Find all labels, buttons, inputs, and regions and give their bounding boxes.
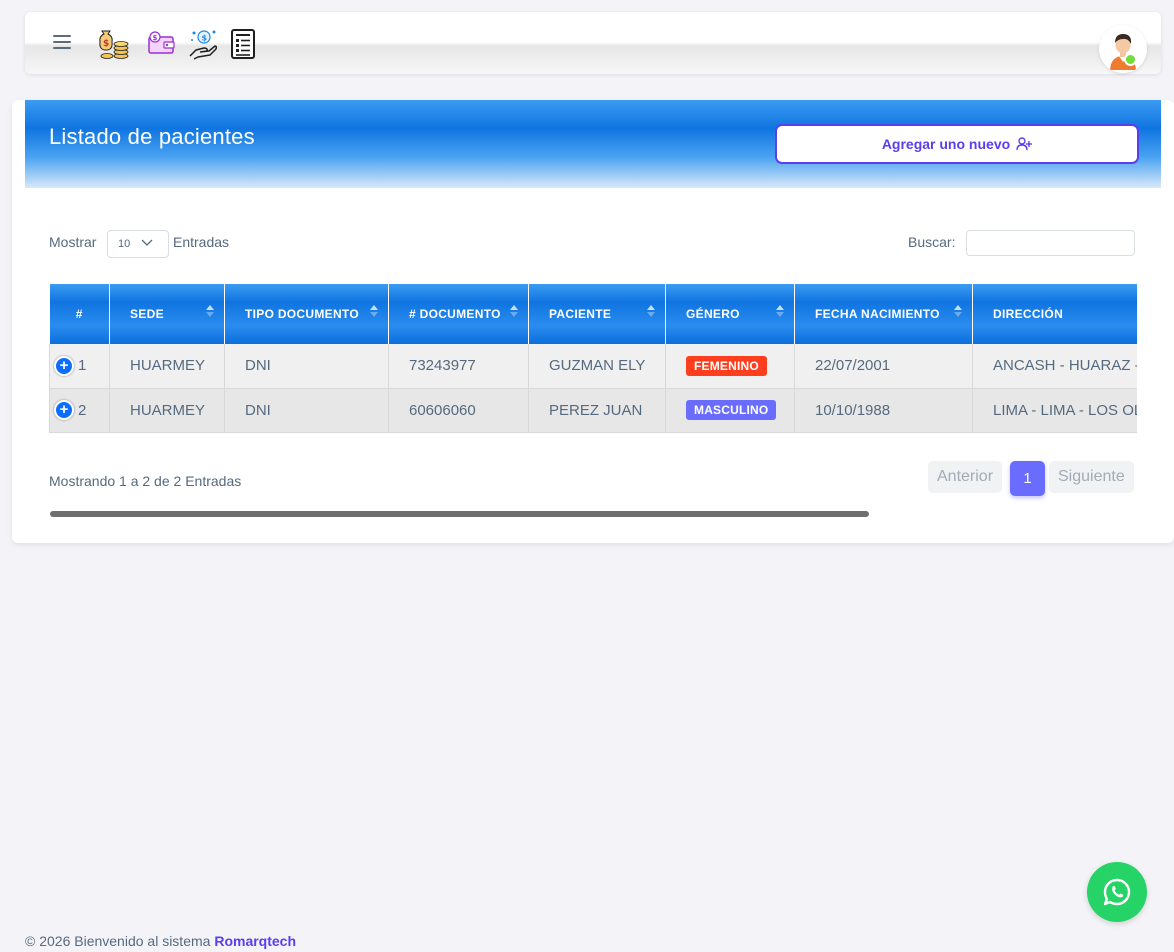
chevron-down-icon	[141, 239, 153, 246]
svg-text:$: $	[103, 39, 109, 49]
sort-icon	[370, 305, 378, 321]
search-label: Buscar:	[908, 234, 956, 250]
show-label: Mostrar	[49, 234, 97, 250]
gender-badge: FEMENINO	[686, 355, 767, 376]
table-header-row: # SEDE TIPO DOCUMENTO # DOCUMENTO PACIEN…	[49, 284, 1137, 344]
fecha-nacimiento-cell: 22/07/2001	[794, 344, 973, 389]
column-header-paciente[interactable]: PACIENTE	[528, 284, 666, 344]
direccion-cell: LIMA - LIMA - LOS OL	[972, 388, 1137, 433]
footer-brand-link[interactable]: Romarqtech	[214, 933, 296, 949]
table-row[interactable]: +1 HUARMEY DNI 73243977 GUZMAN ELY FEMEN…	[49, 344, 1137, 389]
patients-table-container: # SEDE TIPO DOCUMENTO # DOCUMENTO PACIEN…	[49, 284, 1137, 434]
column-header-genero[interactable]: GÉNERO	[665, 284, 795, 344]
column-header-fecha-nacimiento[interactable]: FECHA NACIMIENTO	[794, 284, 973, 344]
column-header-label: PACIENTE	[549, 307, 612, 321]
column-header-label: TIPO DOCUMENTO	[245, 307, 359, 321]
horizontal-scrollbar[interactable]	[50, 511, 869, 517]
previous-page-button[interactable]: Anterior	[928, 461, 1003, 493]
page-title: Listado de pacientes	[49, 124, 255, 149]
sort-icon	[510, 305, 518, 321]
paciente-cell: PEREZ JUAN	[528, 388, 666, 433]
column-header-tipo-documento[interactable]: TIPO DOCUMENTO	[224, 284, 389, 344]
column-header-label: FECHA NACIMIENTO	[815, 307, 940, 321]
sede-cell: HUARMEY	[109, 344, 225, 389]
column-header-label: # DOCUMENTO	[409, 307, 501, 321]
wallet-icon[interactable]: $	[145, 28, 179, 60]
row-number: 2	[78, 401, 87, 419]
gender-badge: MASCULINO	[686, 400, 777, 420]
sort-icon	[206, 305, 214, 321]
svg-text:$: $	[202, 34, 208, 43]
next-page-button[interactable]: Siguiente	[1049, 461, 1134, 493]
row-number-cell: +1	[49, 344, 110, 389]
user-avatar[interactable]	[1099, 25, 1147, 73]
footer-text: © 2026 Bienvenido al sistema	[25, 933, 211, 949]
row-number-cell: +2	[49, 388, 110, 433]
patients-table: # SEDE TIPO DOCUMENTO # DOCUMENTO PACIEN…	[49, 284, 1137, 433]
whatsapp-icon	[1103, 878, 1131, 906]
online-status-dot	[1124, 53, 1137, 66]
expand-row-icon[interactable]: +	[54, 400, 74, 420]
add-patient-button[interactable]: Agregar uno nuevo	[775, 124, 1139, 164]
column-header-direccion[interactable]: DIRECCIÓN	[972, 284, 1137, 344]
column-header-documento[interactable]: # DOCUMENTO	[388, 284, 529, 344]
card-header: Listado de pacientes Agregar uno nuevo	[25, 100, 1161, 188]
sort-icon	[776, 305, 784, 321]
sort-icon	[954, 305, 962, 321]
top-navbar: $ $ $	[25, 12, 1161, 74]
invoice-icon[interactable]	[226, 28, 260, 60]
menu-icon[interactable]	[53, 35, 71, 49]
add-user-icon	[1016, 137, 1033, 151]
page-1-button[interactable]: 1	[1010, 461, 1045, 496]
table-row[interactable]: +2 HUARMEY DNI 60606060 PEREZ JUAN MASCU…	[49, 388, 1137, 433]
column-header-label: DIRECCIÓN	[993, 307, 1064, 321]
money-bags-icon[interactable]: $	[96, 28, 130, 60]
row-number: 1	[78, 357, 87, 375]
whatsapp-button[interactable]	[1087, 862, 1147, 922]
table-info: Mostrando 1 a 2 de 2 Entradas	[49, 473, 242, 489]
expand-row-icon[interactable]: +	[54, 355, 74, 376]
paciente-cell: GUZMAN ELY	[528, 344, 666, 389]
tipo-documento-cell: DNI	[224, 388, 389, 433]
direccion-cell: ANCASH - HUARAZ -	[972, 344, 1137, 389]
fecha-nacimiento-cell: 10/10/1988	[794, 388, 973, 433]
column-header-label: GÉNERO	[686, 307, 740, 321]
sede-cell: HUARMEY	[109, 388, 225, 433]
column-header-number[interactable]: #	[49, 284, 110, 344]
add-button-label: Agregar uno nuevo	[881, 136, 1011, 152]
search-input[interactable]	[966, 230, 1135, 256]
patients-card: Listado de pacientes Agregar uno nuevo M…	[12, 100, 1174, 543]
documento-cell: 60606060	[388, 388, 529, 433]
column-header-label: SEDE	[130, 307, 164, 321]
entries-value: 10	[118, 238, 131, 250]
entries-select[interactable]: 10	[107, 230, 169, 258]
svg-text:$: $	[153, 34, 158, 42]
sort-icon	[647, 305, 655, 321]
payment-hand-icon[interactable]: $	[186, 28, 220, 60]
genero-cell: MASCULINO	[665, 388, 795, 433]
page-footer: © 2026 Bienvenido al sistema Romarqtech	[25, 933, 296, 949]
column-header-sede[interactable]: SEDE	[109, 284, 225, 344]
tipo-documento-cell: DNI	[224, 344, 389, 389]
documento-cell: 73243977	[388, 344, 529, 389]
genero-cell: FEMENINO	[665, 344, 795, 389]
entries-label: Entradas	[173, 234, 230, 250]
